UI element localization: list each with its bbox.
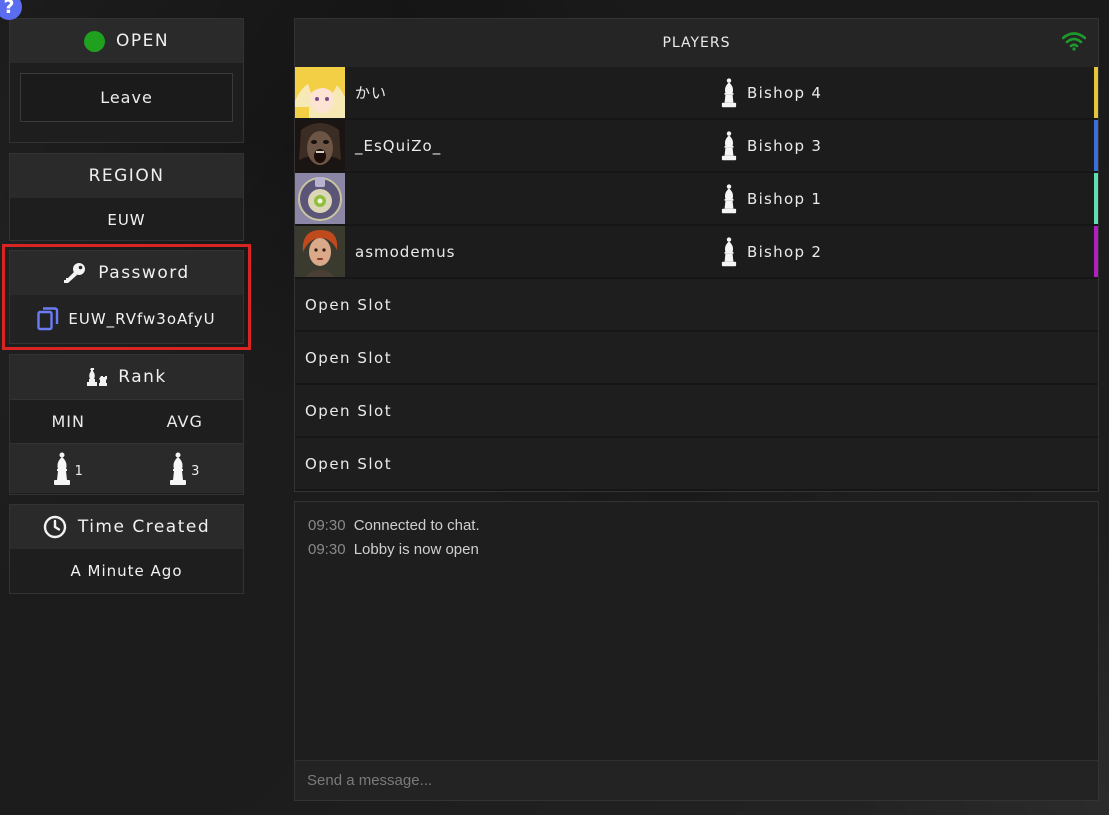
player-color-strip [1094, 173, 1098, 224]
rank-values-row: 1 3 [10, 443, 243, 493]
player-color-strip [1094, 120, 1098, 171]
player-row[interactable]: Bishop 1 [295, 173, 1098, 224]
player-name: かい [355, 84, 388, 102]
chess-pieces-icon [87, 368, 108, 386]
player-rank-label: Bishop 1 [747, 189, 823, 208]
status-header: OPEN [10, 19, 243, 63]
players-header: PLAYERS [295, 19, 1098, 67]
status-dot-icon [83, 30, 105, 52]
rank-min-value: 1 [74, 464, 84, 479]
chat-text: Connected to chat. [353, 517, 480, 534]
player-row[interactable]: _EsQuiZo_ Bishop 3 [295, 120, 1098, 171]
time-created-panel: Time Created A Minute Ago [9, 504, 244, 594]
time-created-value: A Minute Ago [70, 562, 183, 580]
leave-button[interactable]: Leave [20, 73, 233, 122]
player-rank-label: Bishop 4 [747, 83, 823, 102]
help-icon[interactable]: ? [0, 0, 22, 20]
redhead-woman-avatar [295, 226, 345, 277]
blonde-anime-avatar [295, 67, 345, 118]
player-color-strip [1094, 226, 1098, 277]
players-title: PLAYERS [662, 35, 731, 51]
rank-panel: Rank MIN AVG 1 3 [9, 354, 244, 495]
player-rank: Bishop 4 [721, 67, 822, 118]
key-icon [64, 263, 86, 283]
password-panel: Password EUW_RVfw3oAfyU [9, 250, 244, 344]
player-row[interactable]: かい Bishop 4 [295, 67, 1098, 118]
status-panel: OPEN Leave [9, 18, 244, 143]
players-panel: PLAYERS かい Bishop 4 _EsQuiZo_ Bishop 3 B… [294, 18, 1099, 492]
open-slot-label: Open Slot [305, 401, 393, 420]
password-value: EUW_RVfw3oAfyU [68, 310, 216, 328]
player-rank: Bishop 3 [721, 120, 822, 171]
status-label: OPEN [115, 31, 170, 51]
rank-labels-row: MIN AVG [10, 399, 243, 443]
chat-message: 09:30 Lobby is now open [308, 538, 1085, 562]
rank-avg-value: 3 [191, 464, 201, 479]
open-slot[interactable]: Open Slot [295, 385, 1098, 436]
open-slot[interactable]: Open Slot [295, 438, 1098, 489]
chat-panel: 09:30 Connected to chat. 09:30 Lobby is … [294, 501, 1099, 801]
open-slot-label: Open Slot [305, 348, 393, 367]
open-slot-label: Open Slot [305, 454, 393, 473]
chat-log[interactable]: 09:30 Connected to chat. 09:30 Lobby is … [295, 502, 1098, 760]
copy-icon[interactable] [37, 307, 59, 331]
bishop-icon [53, 452, 70, 485]
bishop-icon [721, 130, 737, 160]
region-title: REGION [10, 154, 243, 198]
chat-message: 09:30 Connected to chat. [308, 514, 1085, 538]
player-row[interactable]: asmodemus Bishop 2 [295, 226, 1098, 277]
rank-avg-label: AVG [166, 412, 203, 431]
password-header: Password [10, 251, 243, 295]
rank-header: Rank [10, 355, 243, 399]
time-created-header: Time Created [10, 505, 243, 549]
bishop-icon [721, 236, 737, 266]
region-value: EUW [107, 210, 146, 229]
chat-text: Lobby is now open [353, 541, 479, 558]
open-slot-label: Open Slot [305, 295, 393, 314]
open-slot[interactable]: Open Slot [295, 279, 1098, 330]
chat-message-input[interactable] [295, 760, 1098, 800]
player-color-strip [1094, 67, 1098, 118]
password-value-row[interactable]: EUW_RVfw3oAfyU [10, 295, 243, 343]
rank-title: Rank [118, 367, 167, 387]
password-title: Password [98, 263, 190, 283]
rank-min-cell: 1 [10, 444, 127, 493]
player-rank: Bishop 1 [721, 173, 822, 224]
chat-timestamp: 09:30 [308, 541, 346, 558]
player-name: asmodemus [355, 242, 456, 261]
rank-avg-cell: 3 [127, 444, 244, 493]
player-rank: Bishop 2 [721, 226, 822, 277]
clock-icon [43, 515, 67, 539]
player-name: _EsQuiZo_ [355, 136, 442, 155]
open-slot[interactable]: Open Slot [295, 332, 1098, 383]
chat-timestamp: 09:30 [308, 517, 346, 534]
purple-emblem-avatar [295, 173, 345, 224]
bishop-icon [721, 183, 737, 213]
time-created-title: Time Created [77, 517, 211, 537]
rank-min-label: MIN [51, 412, 85, 431]
wifi-icon [1062, 32, 1086, 51]
player-rank-label: Bishop 2 [747, 242, 823, 261]
bishop-icon [721, 77, 737, 107]
player-rank-label: Bishop 3 [747, 136, 823, 155]
screaming-face-avatar [295, 120, 345, 171]
region-panel: REGION EUW [9, 153, 244, 241]
bishop-icon [170, 452, 187, 485]
